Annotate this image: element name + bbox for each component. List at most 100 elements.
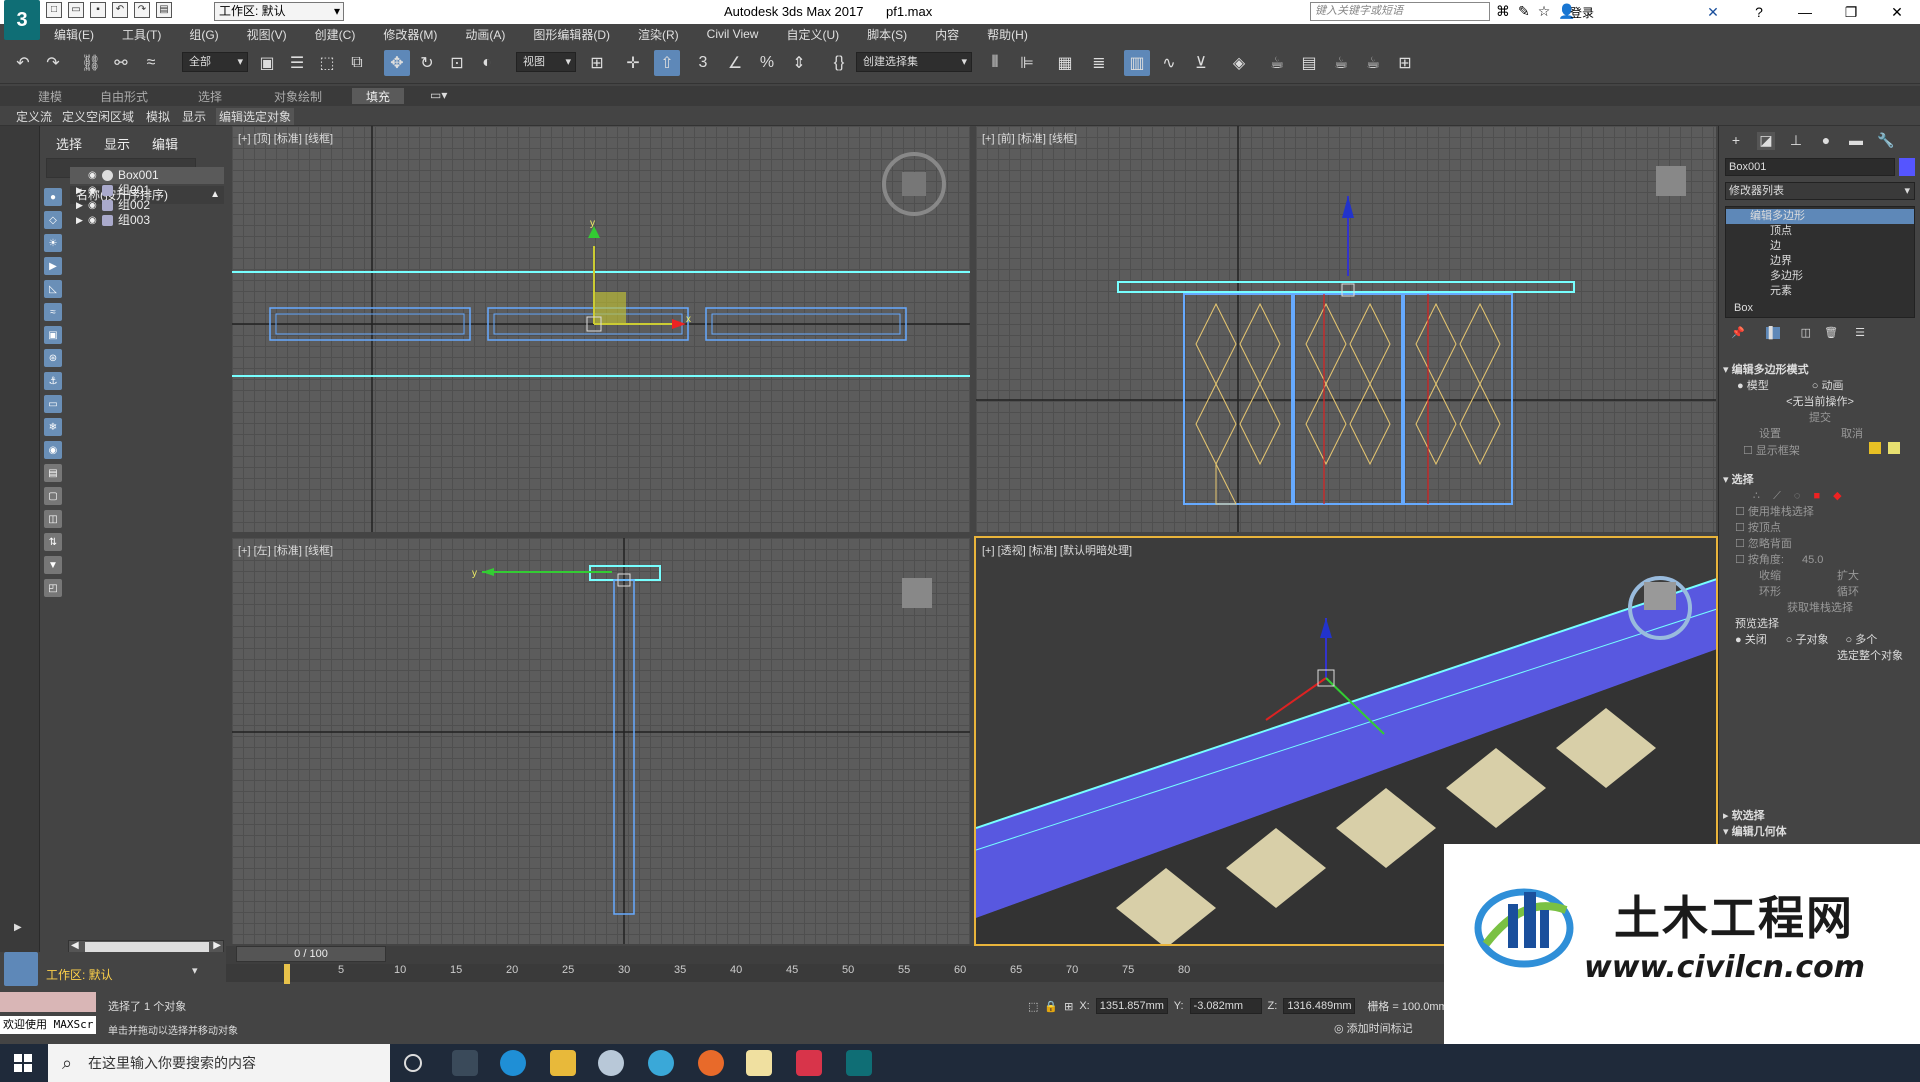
modify-tab-icon[interactable]: ◪ <box>1757 132 1775 150</box>
selected-cage-color-swatch[interactable] <box>1888 442 1901 454</box>
display-hidden-icon[interactable]: ◉ <box>44 441 62 459</box>
configure-sets-icon[interactable]: ☰ <box>1855 327 1865 339</box>
create-tab-icon[interactable]: + <box>1727 132 1745 150</box>
isolate-selection-icon[interactable]: ⬚ <box>1028 1000 1038 1013</box>
define-flows-button[interactable]: 定义流 <box>16 108 52 125</box>
display-helpers-icon[interactable]: ◺ <box>44 280 62 298</box>
ring-button[interactable]: 环形 <box>1759 586 1781 598</box>
object-color-swatch[interactable] <box>1899 158 1915 176</box>
hierarchy-tab-icon[interactable]: ⊥ <box>1787 132 1805 150</box>
pin-stack-icon[interactable]: 📌 <box>1731 327 1745 339</box>
spinner-snap-icon[interactable]: ⇕ <box>786 50 812 76</box>
x-coordinate-field[interactable]: 1351.857mm <box>1095 998 1168 1014</box>
rollout-header[interactable]: ▾ 选择 <box>1723 472 1917 488</box>
menu-item[interactable]: 内容 <box>921 26 973 43</box>
scroll-right-icon[interactable]: ▶ <box>213 940 221 951</box>
close-icon[interactable]: ✕ <box>1874 0 1920 24</box>
rollout-header[interactable]: ▾ 编辑几何体 <box>1723 824 1917 840</box>
ref-coord-dropdown[interactable]: 视图 <box>516 52 576 72</box>
firefox-icon[interactable] <box>698 1050 724 1076</box>
stack-item-polygon[interactable]: 多边形 <box>1726 269 1914 284</box>
display-none-icon[interactable]: ▢ <box>44 487 62 505</box>
maxscript-listener[interactable] <box>0 992 96 1012</box>
workspace-label[interactable]: 工作区: 默认 <box>46 966 113 983</box>
stack-item-edit-poly[interactable]: 编辑多边形 <box>1726 209 1914 224</box>
menu-item[interactable]: 修改器(M) <box>369 26 451 43</box>
time-slider[interactable]: 0 / 100 <box>236 946 386 962</box>
menu-item[interactable]: 脚本(S) <box>853 26 921 43</box>
tab-selection[interactable]: 选择 <box>198 88 222 105</box>
undo-icon[interactable]: ↶ <box>112 2 128 18</box>
stack-item-border[interactable]: 边界 <box>1726 254 1914 269</box>
scroll-left-icon[interactable]: ◀ <box>71 940 79 951</box>
menu-item[interactable]: 创建(C) <box>301 26 370 43</box>
preview-subobj-radio[interactable]: 子对象 <box>1795 634 1828 646</box>
select-manipulate-icon[interactable]: ✛ <box>620 50 646 76</box>
utilities-tab-icon[interactable]: 🔧 <box>1877 132 1895 150</box>
loop-button[interactable]: 循环 <box>1837 586 1859 598</box>
show-cage-checkbox[interactable]: 显示框架 <box>1756 445 1800 457</box>
by-angle-checkbox[interactable]: 按角度: <box>1748 554 1784 566</box>
z-coordinate-field[interactable]: 1316.489mm <box>1283 998 1356 1014</box>
object-name-field[interactable]: Box001 <box>1725 158 1895 176</box>
project-folder-icon[interactable]: ▤ <box>156 2 172 18</box>
app-logo-icon[interactable]: 3 <box>4 0 40 40</box>
define-idle-areas-button[interactable]: 定义空闲区域 <box>62 108 134 125</box>
chat-app-icon[interactable] <box>598 1050 624 1076</box>
layer-explorer-icon[interactable]: ≣ <box>1086 50 1112 76</box>
show-end-result-icon[interactable]: ▌ <box>1765 327 1780 339</box>
material-editor-icon[interactable]: ◈ <box>1226 50 1252 76</box>
snap-toggle-icon[interactable]: 3 <box>690 50 716 76</box>
render-setup-icon[interactable]: ☕ <box>1264 50 1290 76</box>
align-icon[interactable]: ⊫ <box>1014 50 1040 76</box>
layers-icon[interactable]: ◰ <box>44 579 62 597</box>
angle-spinner[interactable]: 45.0 <box>1802 554 1823 566</box>
viewport-top[interactable]: [+] [顶] [标准] [线框] x y <box>232 126 970 532</box>
vertex-mode-icon[interactable]: ∴ <box>1753 490 1760 502</box>
filter-icon[interactable]: ▼ <box>44 556 62 574</box>
scroll-thumb[interactable] <box>85 942 209 952</box>
display-spacewarps-icon[interactable]: ≈ <box>44 303 62 321</box>
stack-item-vertex[interactable]: 顶点 <box>1726 224 1914 239</box>
menu-item[interactable]: 工具(T) <box>108 26 175 43</box>
render-iterative-icon[interactable]: ☕ <box>1360 50 1386 76</box>
rollout-header[interactable]: ▸ 软选择 <box>1723 808 1917 824</box>
toggle-ribbon-icon[interactable]: ▥ <box>1124 50 1150 76</box>
simulate-button[interactable]: 模拟 <box>146 108 170 125</box>
explorer-row[interactable]: ▶ ◉ 组003 <box>70 212 224 229</box>
polygon-mode-icon[interactable]: ■ <box>1813 490 1820 502</box>
rendered-frame-icon[interactable]: ▤ <box>1296 50 1322 76</box>
favorites-icon[interactable]: ☆ <box>1538 3 1551 20</box>
add-time-tag[interactable]: ◎ 添加时间标记 <box>1334 1020 1413 1036</box>
redo-icon[interactable]: ↷ <box>134 2 150 18</box>
link-icon[interactable]: ⛓ <box>78 50 104 76</box>
chevron-down-icon[interactable]: ▾ <box>192 964 198 977</box>
display-geometry-icon[interactable]: ● <box>44 188 62 206</box>
display-shapes-icon[interactable]: ◇ <box>44 211 62 229</box>
get-stack-selection-button[interactable]: 获取堆栈选择 <box>1723 600 1917 616</box>
new-file-icon[interactable]: □ <box>46 2 62 18</box>
menu-item[interactable]: 自定义(U) <box>772 26 853 43</box>
unlink-icon[interactable]: ⚯ <box>108 50 134 76</box>
commit-button[interactable]: 提交 <box>1723 410 1917 426</box>
select-by-name-icon[interactable]: ☰ <box>284 50 310 76</box>
viewport-layout-icon[interactable] <box>4 952 38 986</box>
time-cursor[interactable] <box>284 964 290 984</box>
place-icon[interactable]: ◐ <box>474 50 500 76</box>
scene-explorer-icon[interactable]: ▦ <box>1052 50 1078 76</box>
notepad-icon[interactable] <box>746 1050 772 1076</box>
minimize-icon[interactable]: — <box>1782 0 1828 24</box>
edge-mode-icon[interactable]: ⟋ <box>1773 490 1781 502</box>
angle-snap-icon[interactable]: ∠ <box>722 50 748 76</box>
keyboard-shortcut-toggle-icon[interactable]: ⇧ <box>654 50 680 76</box>
binoculars-icon[interactable]: ⌘ <box>1496 3 1510 20</box>
shrink-button[interactable]: 收缩 <box>1759 570 1781 582</box>
select-rotate-icon[interactable]: ↻ <box>414 50 440 76</box>
stack-item-edge[interactable]: 边 <box>1726 239 1914 254</box>
rollout-header[interactable]: ▾ 编辑多边形模式 <box>1723 362 1917 378</box>
display-tab-icon[interactable]: ▬ <box>1847 132 1865 150</box>
help-search-input[interactable]: 键入关键字或短语 <box>1310 2 1490 21</box>
select-object-icon[interactable]: ▣ <box>254 50 280 76</box>
a360-icon[interactable]: ⊞ <box>1392 50 1418 76</box>
display-cameras-icon[interactable]: ▶ <box>44 257 62 275</box>
